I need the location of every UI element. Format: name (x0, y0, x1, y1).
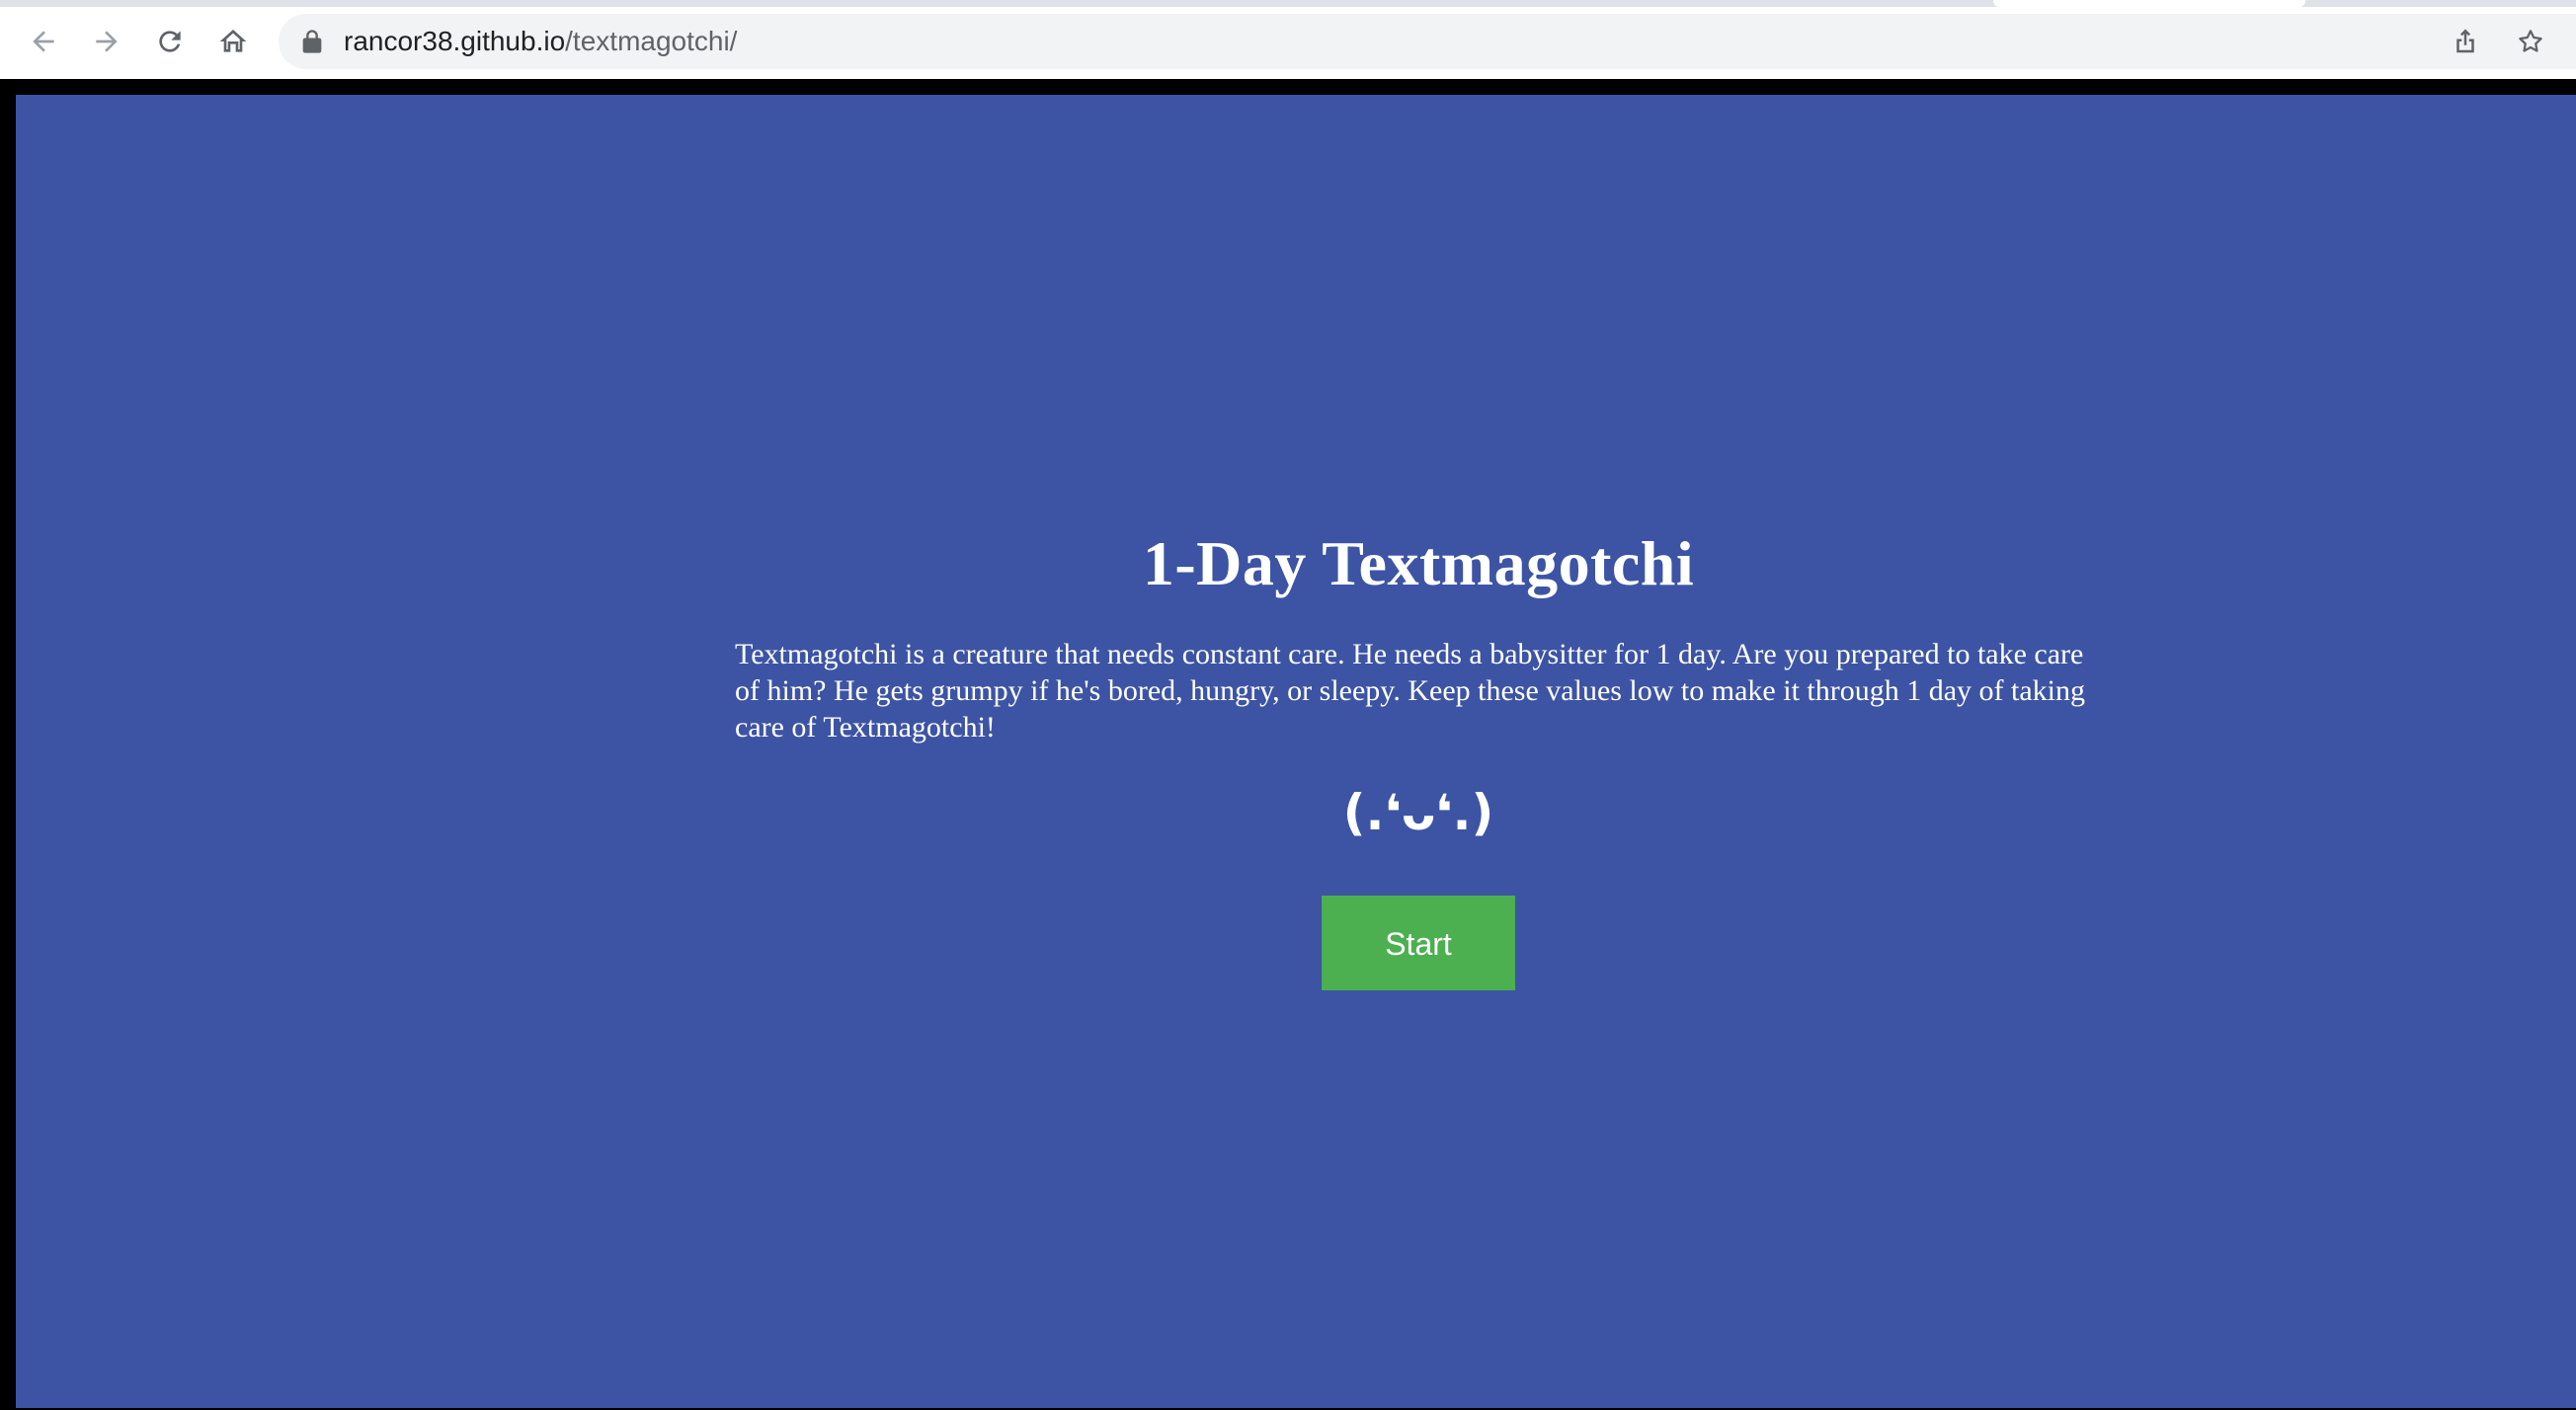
forward-button[interactable] (83, 18, 130, 65)
page-title: 1-Day Textmagotchi (1142, 528, 1695, 598)
url-host: rancor38.github.io (344, 26, 566, 56)
reload-icon (159, 31, 181, 52)
share-icon (2456, 29, 2474, 53)
share-button[interactable] (2448, 24, 2483, 59)
intro-section: 1-Day Textmagotchi Textmagotchi is a cre… (719, 519, 2118, 990)
reload-button[interactable] (146, 18, 194, 65)
arrow-right-icon (96, 31, 118, 52)
bookmark-button[interactable] (2513, 24, 2548, 59)
page-viewport: 1-Day Textmagotchi Textmagotchi is a cre… (16, 95, 2576, 1408)
address-bar[interactable]: rancor38.github.io/textmagotchi/ (279, 14, 2576, 69)
tab-strip (0, 0, 2576, 7)
star-icon (2519, 30, 2542, 52)
home-icon (219, 30, 247, 52)
url-text[interactable]: rancor38.github.io/textmagotchi/ (344, 24, 737, 59)
url-path: /textmagotchi/ (565, 26, 738, 56)
lock-icon[interactable] (298, 28, 326, 55)
start-button[interactable]: Start (1322, 896, 1515, 990)
creature-face: (.❛ᴗ❛.) (1342, 784, 1494, 841)
home-button[interactable] (209, 18, 257, 65)
browser-chrome: rancor38.github.io/textmagotchi/ (0, 0, 2576, 79)
back-button[interactable] (20, 18, 67, 65)
arrow-left-icon (33, 31, 54, 52)
game-description: Textmagotchi is a creature that needs co… (735, 638, 2086, 744)
active-tab[interactable] (1993, 0, 2305, 7)
